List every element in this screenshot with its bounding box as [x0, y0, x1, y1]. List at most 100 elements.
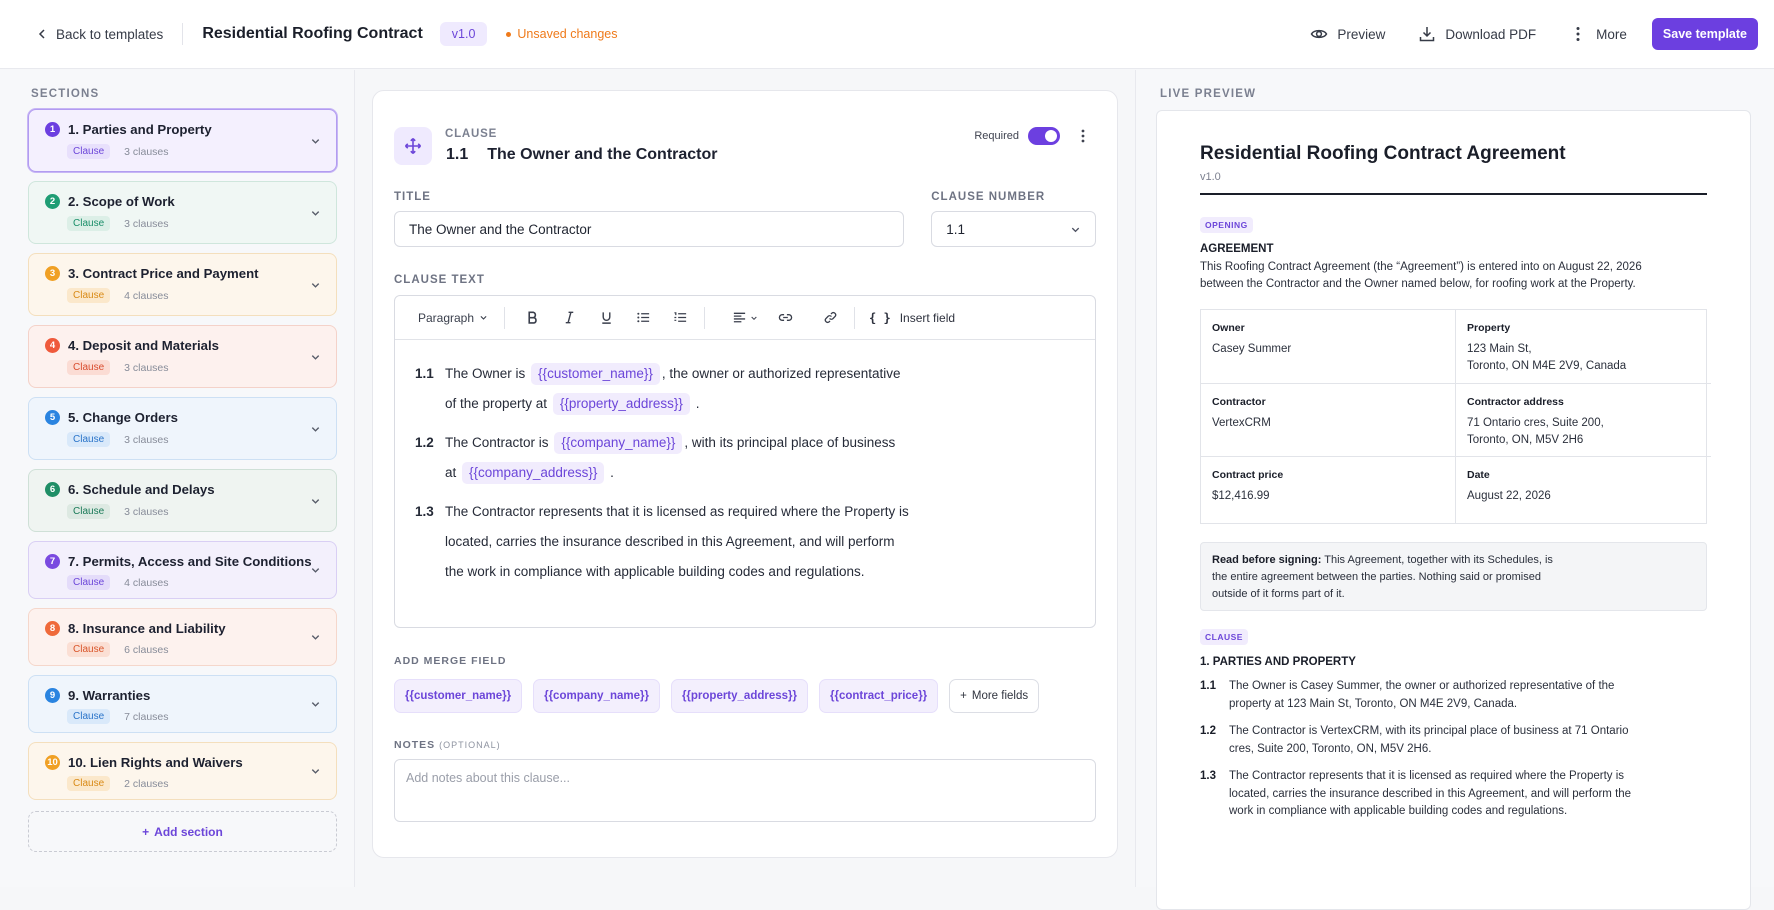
section-clause-count: 4 clauses — [124, 289, 169, 302]
required-control: Required — [974, 127, 1060, 145]
merge-field-token[interactable]: {{company_address}} — [462, 462, 605, 484]
drag-handle[interactable] — [394, 127, 432, 165]
more-button[interactable]: More — [1569, 25, 1627, 43]
italic-button[interactable] — [559, 310, 579, 325]
chevron-down-icon[interactable] — [310, 279, 321, 290]
chevron-down-icon[interactable] — [310, 423, 321, 434]
text-span: , the owner or authorized representative — [661, 366, 901, 381]
chevron-down-icon[interactable] — [310, 495, 321, 506]
clause-number-select[interactable]: 1.1 — [931, 211, 1096, 247]
underline-icon — [601, 312, 611, 324]
text-span: This Roofing Contract Agreement (the “Ag… — [1200, 261, 1642, 273]
notes-textarea[interactable]: Add notes about this clause... — [394, 759, 1096, 822]
clause-options-icon[interactable] — [1075, 128, 1091, 144]
align-dropdown[interactable] — [731, 310, 759, 325]
editor-body[interactable]: 1.1 The Owner is {{customer_name}}, the … — [395, 340, 1095, 587]
section-name: 1. Parties and Property — [68, 122, 212, 137]
more-label: More — [1596, 26, 1627, 42]
preview-version: v1.0 — [1200, 171, 1221, 183]
top-actions: Preview Download PDF More Save template — [1277, 18, 1758, 50]
back-to-templates-link[interactable]: Back to templates — [36, 27, 163, 42]
required-toggle[interactable] — [1028, 127, 1060, 145]
sidebar-section-item[interactable]: 10 10. Lien Rights and Waivers Clause 2 cla… — [28, 742, 337, 800]
live-preview-panel: LIVE PREVIEW Residential Roofing Contrac… — [1135, 70, 1774, 910]
chevron-down-icon[interactable] — [310, 699, 321, 710]
section-number-badge: 4 — [45, 338, 60, 353]
sidebar-section-item[interactable]: 7 7. Permits, Access and Site Conditions C… — [28, 541, 337, 599]
merge-field-token[interactable]: {{company_name}} — [554, 432, 683, 454]
add-section-button[interactable]: + Add section — [28, 811, 337, 852]
merge-field-token[interactable]: {{property_address}} — [552, 393, 690, 415]
live-preview-heading: LIVE PREVIEW — [1160, 88, 1257, 100]
section-title-row: 2 2. Scope of Work — [45, 194, 322, 209]
section-clause-count: 3 clauses — [124, 217, 169, 230]
merge-field-chip[interactable]: {{customer_name}} — [394, 679, 523, 713]
section-meta-row: Clause 3 clauses — [67, 144, 322, 159]
property-line-1: 123 Main St, — [1467, 343, 1532, 355]
numbered-list-button[interactable] — [670, 310, 690, 325]
section-name: 10. Lien Rights and Waivers — [68, 755, 243, 770]
section-type-tag: Clause — [67, 709, 111, 724]
bulleted-list-button[interactable] — [633, 310, 653, 325]
sidebar-section-item[interactable]: 9 9. Warranties Clause 7 clauses — [28, 675, 337, 733]
bulleted-list-icon — [636, 312, 649, 323]
editor-clause: 1.3 The Contractor represents that it is… — [415, 504, 1075, 587]
merge-field-label: ADD MERGE FIELD — [394, 655, 507, 667]
align-left-icon — [733, 312, 746, 323]
chevron-down-icon[interactable] — [310, 766, 321, 777]
text-span: The Contractor is — [445, 435, 549, 450]
chevron-down-icon[interactable] — [310, 207, 321, 218]
section-title-row: 10 10. Lien Rights and Waivers — [45, 755, 322, 770]
bold-button[interactable] — [522, 310, 542, 325]
merge-field-chip[interactable]: {{contract_price}} — [819, 679, 939, 713]
sidebar-section-item[interactable]: 3 3. Contract Price and Payment Clause 4 cl… — [28, 253, 337, 316]
download-pdf-button[interactable]: Download PDF — [1418, 25, 1536, 43]
divider — [182, 23, 184, 45]
chevron-down-icon[interactable] — [310, 632, 321, 643]
sidebar-section-item[interactable]: 1 1. Parties and Property Clause 3 clauses — [28, 109, 337, 172]
section-meta-row: Clause 2 clauses — [67, 776, 322, 791]
editor-toolbar: Paragraph {} Insert field — [395, 296, 1095, 340]
unlink-button[interactable] — [820, 310, 840, 325]
section-number-badge: 8 — [45, 621, 60, 636]
editor-clause-text: The Contractor is {{company_name}}, with… — [445, 428, 895, 488]
notes-label: NOTES (OPTIONAL) — [394, 739, 1096, 751]
merge-field-token[interactable]: {{customer_name}} — [531, 363, 660, 385]
merge-field-chip[interactable]: {{company_name}} — [533, 679, 660, 713]
version-badge: v1.0 — [439, 22, 488, 46]
sidebar-section-item[interactable]: 6 6. Schedule and Delays Clause 3 clauses — [28, 469, 337, 532]
link-button[interactable] — [775, 310, 795, 325]
underline-button[interactable] — [596, 310, 616, 325]
insert-field-button[interactable]: { } Insert field — [869, 311, 955, 325]
more-fields-label: More fields — [971, 690, 1029, 702]
section-clause-count: 3 clauses — [124, 433, 169, 446]
chevron-down-icon[interactable] — [310, 565, 321, 576]
contract-price-cell: Contract price $12,416.99 — [1201, 457, 1456, 523]
text-span: between the Contractor and the Owner nam… — [1200, 278, 1636, 290]
sidebar-section-item[interactable]: 8 8. Insurance and Liability Clause 6 claus… — [28, 608, 337, 666]
more-fields-button[interactable]: + More fields — [949, 679, 1040, 713]
chevron-down-icon[interactable] — [310, 351, 321, 362]
section-clause-count: 4 clauses — [124, 576, 169, 589]
preview-button[interactable]: Preview — [1310, 25, 1385, 43]
paragraph-style-dropdown[interactable]: Paragraph — [416, 311, 490, 325]
eye-icon — [1310, 29, 1328, 39]
toolbar-divider — [704, 306, 705, 329]
chevron-down-icon[interactable] — [310, 135, 321, 146]
sidebar-section-item[interactable]: 5 5. Change Orders Clause 3 clauses — [28, 397, 337, 460]
contractor-address-line-2: Toronto, ON, M5V 2H6 — [1467, 434, 1584, 446]
chevron-down-icon — [1071, 227, 1080, 232]
clause-heading: 1.1 The Owner and the Contractor — [446, 146, 718, 164]
clause-kicker: CLAUSE — [445, 128, 498, 140]
title-input[interactable]: The Owner and the Contractor — [394, 211, 905, 247]
save-template-button[interactable]: Save template — [1651, 18, 1758, 50]
bold-icon — [527, 311, 537, 324]
section-title-row: 5 5. Change Orders — [45, 410, 322, 425]
section-name: 9. Warranties — [68, 688, 151, 703]
preview-label: Preview — [1337, 26, 1386, 42]
sidebar-section-item[interactable]: 4 4. Deposit and Materials Clause 3 clauses — [28, 325, 337, 388]
section-type-tag: Clause — [67, 216, 111, 231]
sidebar-section-item[interactable]: 2 2. Scope of Work Clause 3 clauses — [28, 181, 337, 244]
merge-field-chip[interactable]: {{property_address}} — [670, 679, 808, 713]
contractor-label: Contractor — [1212, 396, 1266, 408]
